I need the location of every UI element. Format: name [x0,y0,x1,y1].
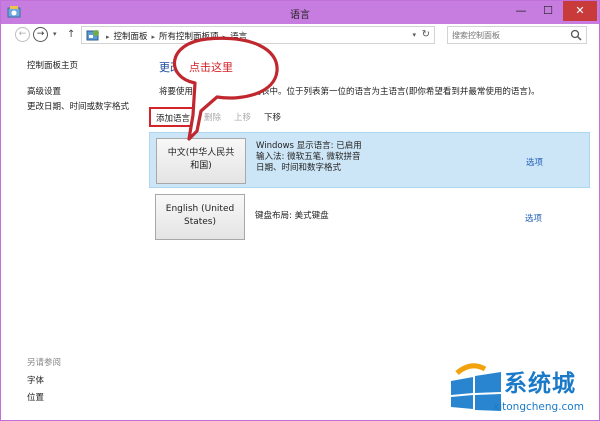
language-tile[interactable]: English (United States) [155,194,245,240]
language-details: Windows 显示语言: 已启用 输入法: 微软五笔, 微软拼音 日期、时间和… [256,141,362,174]
options-link[interactable]: 选项 [526,156,543,168]
forward-arrow-icon[interactable]: → [33,27,48,42]
language-row-english[interactable]: English (United States) 键盘布局: 美式键盘 选项 [149,189,590,245]
search-icon[interactable] [570,29,582,41]
sidebar-link-fonts[interactable]: 字体 [27,374,44,386]
maximize-button[interactable]: ☐ [534,1,562,21]
watermark-url: xitongcheng.com [493,401,584,413]
language-details: 键盘布局: 美式键盘 [255,211,329,222]
add-language-button[interactable]: 添加语言 [149,107,196,127]
sidebar-link-advanced-settings[interactable]: 高级设置 [27,85,61,97]
keyboard-layout: 键盘布局: 美式键盘 [255,211,329,221]
annotation-text: 点击这里 [189,61,233,74]
watermark-brand: 系统城 [504,371,576,397]
language-name: English (United [165,204,235,214]
close-button[interactable]: ✕ [563,1,597,21]
up-arrow-icon[interactable]: ↑ [67,29,75,40]
sidebar-link-control-panel-home[interactable]: 控制面板主页 [27,59,78,71]
control-panel-icon [86,30,99,41]
title-bar[interactable]: 语言 — ☐ ✕ [1,1,599,24]
breadcrumb: ▸ 控制面板 ▸ 所有控制面板项 ▸ 语言 [102,30,247,42]
refresh-icon[interactable]: ↻ [422,29,430,40]
breadcrumb-all-items[interactable]: 所有控制面板项 [159,32,219,42]
options-link[interactable]: 选项 [525,212,542,224]
sidebar-link-location[interactable]: 位置 [27,391,44,403]
language-name: States) [183,217,217,227]
language-row-chinese[interactable]: 中文(中华人民共 和国) Windows 显示语言: 已启用 输入法: 微软五笔… [149,132,590,188]
language-name: 中文(中华人民共 [167,148,235,158]
language-window: 语言 — ☐ ✕ ← → ▾ ↑ ▸ 控制面板 ▸ 所有控制面板项 ▸ 语言 ▾ ↻ [0,0,600,421]
navigation-bar: ← → ▾ ↑ ▸ 控制面板 ▸ 所有控制面板项 ▸ 语言 ▾ ↻ [1,24,599,46]
sidebar-link-change-date-format[interactable]: 更改日期、时间或数字格式 [27,100,129,112]
address-history-chevron-icon[interactable]: ▾ [412,31,416,39]
see-also-heading: 另请参阅 [27,358,62,368]
search-box[interactable] [447,26,587,44]
move-up-button[interactable]: 上移 [234,111,251,123]
back-arrow-icon[interactable]: ← [15,27,30,42]
breadcrumb-separator-icon[interactable]: ▸ [223,33,227,41]
recent-locations-chevron-icon[interactable]: ▾ [53,30,57,38]
language-tile[interactable]: 中文(中华人民共 和国) [156,138,246,184]
remove-button[interactable]: 删除 [204,111,221,123]
breadcrumb-language[interactable]: 语言 [230,32,247,42]
language-name: 和国) [190,161,212,171]
move-down-button[interactable]: 下移 [264,111,281,123]
input-methods: 输入法: 微软五笔, 微软拼音 [256,152,361,162]
search-input[interactable] [452,29,564,42]
address-bar[interactable]: ▸ 控制面板 ▸ 所有控制面板项 ▸ 语言 ▾ ↻ [81,26,435,44]
breadcrumb-control-panel[interactable]: 控制面板 [114,32,148,42]
breadcrumb-separator-icon[interactable]: ▸ [152,33,156,41]
minimize-button[interactable]: — [507,1,535,21]
add-language-label: 添加语言 [156,114,191,124]
date-time-format-note: 日期、时间和数字格式 [256,163,342,173]
page-description: 将要使用的语言添加到此列表中。位于列表第一位的语言为主语言(即你希望看到并最常使… [159,87,540,97]
display-language-status: Windows 显示语言: 已启用 [256,141,362,151]
breadcrumb-separator-icon: ▸ [106,33,110,41]
